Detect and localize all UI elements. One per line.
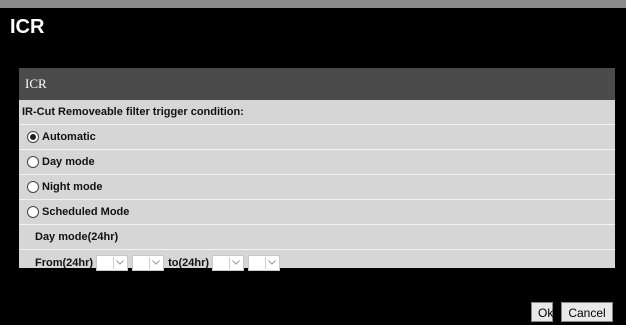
to-hour-select[interactable] — [212, 254, 245, 271]
cancel-button[interactable]: Cancel — [561, 302, 613, 322]
chevron-down-icon — [229, 256, 242, 269]
chevron-down-icon — [149, 256, 162, 269]
page-title: ICR — [10, 16, 45, 38]
top-strip — [0, 0, 626, 8]
automatic-label: Automatic — [42, 131, 96, 143]
to-label: to(24hr) — [168, 256, 210, 269]
chevron-down-icon — [113, 256, 126, 269]
option-scheduled-mode[interactable]: Scheduled Mode — [19, 200, 615, 225]
scheduled-mode-radio[interactable] — [27, 206, 39, 218]
day-mode-label: Day mode — [42, 156, 95, 168]
night-mode-radio[interactable] — [27, 181, 39, 193]
option-automatic[interactable]: Automatic — [19, 125, 615, 150]
option-day-mode[interactable]: Day mode — [19, 150, 615, 175]
option-night-mode[interactable]: Night mode — [19, 175, 615, 200]
night-mode-label: Night mode — [42, 181, 103, 193]
trigger-condition-label: IR-Cut Removeable filter trigger conditi… — [22, 106, 244, 118]
day-mode-radio[interactable] — [27, 156, 39, 168]
day-mode-24hr-label: Day mode(24hr) — [35, 231, 119, 243]
ok-button[interactable]: Ok — [531, 302, 553, 322]
chevron-down-icon — [265, 256, 278, 269]
day-mode-24hr-row: Day mode(24hr) — [19, 225, 615, 250]
from-label: From(24hr) — [35, 256, 94, 269]
scheduled-mode-label: Scheduled Mode — [42, 206, 130, 218]
trigger-condition-row: IR-Cut Removeable filter trigger conditi… — [19, 100, 615, 125]
from-minute-select[interactable] — [132, 254, 165, 271]
from-hour-select[interactable] — [96, 254, 129, 271]
to-minute-select[interactable] — [248, 254, 281, 271]
panel-header: ICR — [19, 68, 615, 100]
automatic-radio[interactable] — [27, 131, 39, 143]
icr-panel: ICR IR-Cut Removeable filter trigger con… — [19, 68, 615, 271]
schedule-time-row: From(24hr) to(24hr) — [19, 250, 615, 275]
